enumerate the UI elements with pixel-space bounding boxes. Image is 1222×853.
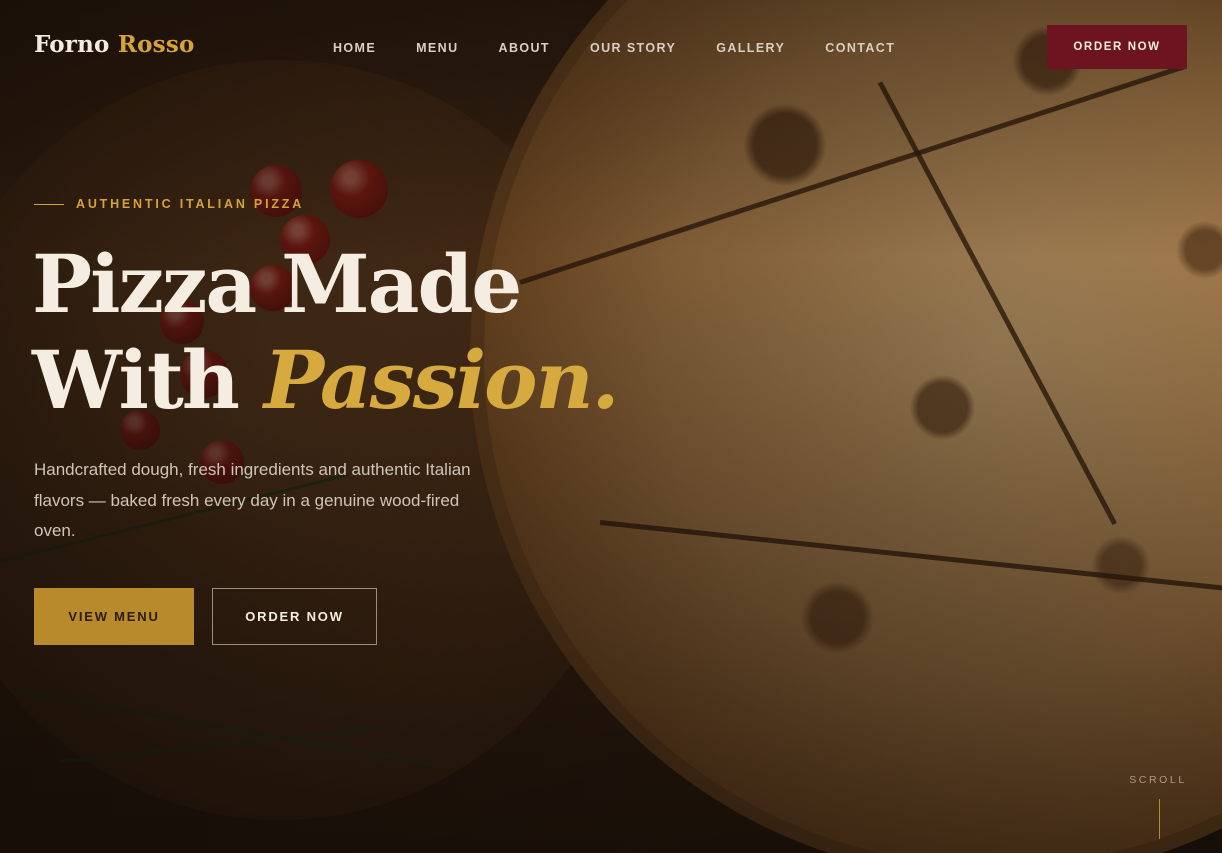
eyebrow-divider: [34, 203, 64, 205]
hero-title-line2-plain: With: [32, 333, 240, 427]
main-nav: HOME MENU ABOUT OUR STORY GALLERY CONTAC…: [333, 41, 935, 55]
eyebrow-text: AUTHENTIC ITALIAN PIZZA: [76, 197, 305, 211]
view-menu-button[interactable]: VIEW MENU: [34, 588, 194, 645]
brand-name-primary: Forno: [34, 31, 110, 58]
hero-order-now-button[interactable]: ORDER NOW: [212, 588, 377, 645]
nav-item-menu[interactable]: MENU: [416, 41, 458, 55]
header-order-now-button[interactable]: ORDER NOW: [1047, 25, 1187, 69]
site-header: Forno Rosso HOME MENU ABOUT OUR STORY GA…: [0, 0, 1222, 96]
hero-eyebrow: AUTHENTIC ITALIAN PIZZA: [34, 197, 304, 211]
hero-title: Pizza Made With Passion.: [32, 236, 620, 428]
nav-item-gallery[interactable]: GALLERY: [716, 41, 785, 55]
hero-title-accent: Passion.: [263, 333, 620, 427]
brand-name-accent: Rosso: [117, 31, 195, 58]
nav-item-home[interactable]: HOME: [333, 41, 376, 55]
scroll-indicator[interactable]: SCROLL: [1128, 774, 1188, 839]
nav-item-contact[interactable]: CONTACT: [825, 41, 895, 55]
nav-item-our-story[interactable]: OUR STORY: [590, 41, 676, 55]
hero-description: Handcrafted dough, fresh ingredients and…: [34, 460, 471, 540]
scroll-label: SCROLL: [1129, 774, 1187, 786]
hero-title-line1: Pizza Made: [32, 237, 522, 331]
nav-item-about[interactable]: ABOUT: [499, 41, 550, 55]
brand-logo[interactable]: Forno Rosso: [34, 31, 195, 58]
scroll-line: [1159, 799, 1160, 839]
